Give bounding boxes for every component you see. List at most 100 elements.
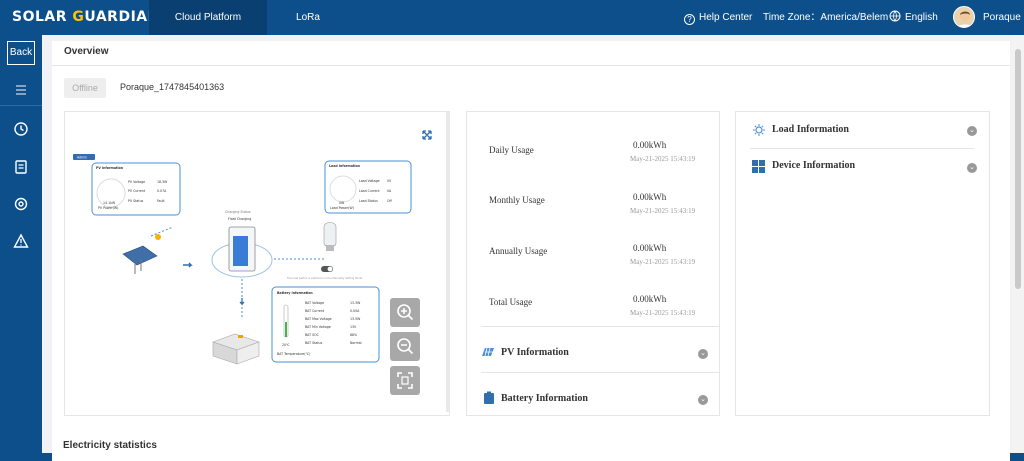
page-scrollbar[interactable] (1012, 35, 1024, 453)
help-icon: ? (684, 14, 695, 25)
scrollbar-thumb[interactable] (1015, 49, 1021, 289)
thermometer-level (285, 322, 287, 337)
load-info-title: Load Information (329, 164, 361, 168)
usage-value: 0.00kWh (633, 192, 667, 202)
device-info-accordion[interactable]: Device Information ⌄ (736, 156, 989, 178)
warning-icon[interactable] (13, 233, 29, 249)
fit-view-icon (397, 372, 413, 389)
flow-arrow (183, 262, 193, 268)
chevron-down-icon: ⌄ (967, 126, 977, 136)
admin-badge-label: Admin (77, 156, 87, 160)
globe-icon (889, 10, 901, 22)
load-row-label: Load Voltage (359, 179, 380, 183)
pv-row-value: 18.3W (157, 180, 168, 184)
usage-value: 0.00kWh (633, 243, 667, 253)
solar-panel-icon (482, 347, 494, 357)
info-card: Load Information ⌄ Device Information ⌄ (735, 111, 990, 416)
load-info-title: Load Information (772, 124, 849, 135)
load-info-accordion[interactable]: Load Information ⌄ (736, 120, 989, 142)
battery-row-label: BAT Voltage (305, 301, 324, 305)
section-title: Electricity statistics (63, 440, 157, 451)
pv-info-title: PV Information (501, 347, 569, 358)
fit-view-button[interactable] (390, 366, 420, 395)
main-content: Overview Offline Poraque_1747845401363 A… (42, 35, 1024, 461)
battery-row-label: BAT Current (305, 309, 325, 313)
pv-row-label: PV Current (128, 189, 146, 193)
pv-row-label: PV Voltage (128, 180, 145, 184)
usage-timestamp: May-21-2025 15:43:19 (630, 155, 696, 163)
flow-arrow (239, 298, 245, 306)
timezone-display: Time Zone：America/Belem (763, 12, 889, 23)
pv-power-value: 14.1kW (103, 201, 116, 205)
overview-panel: Overview Offline Poraque_1747845401363 A… (52, 41, 1010, 461)
load-power-label: Load Power(W) (330, 206, 354, 210)
battery-row-value: 13.5W (350, 317, 361, 321)
page-title: Overview (64, 46, 109, 57)
pv-row-value: Fault (157, 199, 165, 203)
clock-icon[interactable] (13, 121, 29, 137)
pv-row-value: 0.07A (157, 189, 167, 193)
solar-panel-icon (122, 234, 161, 274)
system-diagram-card: Admin PV Information 14.1kW PV Power(W) … (64, 111, 450, 416)
usage-timestamp: May-21-2025 15:43:19 (630, 258, 696, 266)
load-row-label: Load Status (359, 199, 378, 203)
battery-row-label: BAT Max Voltage (305, 317, 332, 321)
battery-row-value: Normal (350, 341, 362, 345)
battery-row-value: 88% (350, 333, 357, 337)
battery-info-accordion[interactable]: Battery Information ⌄ (467, 388, 719, 412)
usage-label: Daily Usage (489, 145, 534, 155)
avatar[interactable] (953, 6, 975, 28)
zoom-in-button[interactable] (390, 298, 420, 327)
pv-info-accordion[interactable]: PV Information ⌄ (467, 342, 719, 366)
divider (481, 326, 719, 327)
fullscreen-icon[interactable] (422, 130, 432, 140)
brand-logo[interactable]: SOLAR GUARDIAN (12, 9, 160, 25)
device-name: Poraque_1747845401363 (120, 82, 225, 92)
load-power-value: 0W (339, 201, 345, 205)
pv-link (150, 226, 174, 237)
usage-label: Annually Usage (489, 246, 548, 256)
pv-row-label: PV Status (128, 199, 144, 203)
sidebar: Back (0, 35, 42, 453)
top-bar: SOLAR GUARDIAN Cloud Platform LoRa ? Help… (0, 0, 1024, 35)
divider (481, 372, 719, 373)
battery-row-value: 13.3W (350, 301, 361, 305)
usage-value: 0.00kWh (633, 294, 667, 304)
language-selector[interactable]: English (889, 0, 938, 35)
zoom-in-icon (397, 304, 414, 321)
battery-info-title: Battery Information (277, 291, 313, 295)
battery-row-value: 0.00A (350, 309, 360, 313)
settings-icon[interactable] (13, 196, 29, 212)
zoom-out-button[interactable] (390, 332, 420, 361)
battery-row-label: BAT Min Voltage (305, 325, 331, 329)
chevron-down-icon: ⌄ (698, 395, 708, 405)
zoom-out-icon (397, 338, 414, 355)
bulb-icon (753, 124, 765, 136)
device-info-title: Device Information (772, 160, 856, 171)
load-row-label: Load Current (359, 189, 380, 193)
document-icon[interactable] (13, 159, 29, 175)
grid-icon (752, 160, 765, 173)
diagram-scrollbar[interactable] (446, 112, 450, 412)
divider (750, 148, 974, 149)
menu-list-icon[interactable] (13, 82, 29, 98)
battery-row-label: BAT SOC (305, 333, 320, 337)
usage-timestamp: May-21-2025 15:43:19 (630, 309, 696, 317)
battery-temp-value: 20℃ (282, 343, 290, 347)
pv-info-title: PV Information (96, 166, 124, 170)
tab-cloud-platform[interactable]: Cloud Platform (149, 0, 267, 35)
user-name[interactable]: Poraque (983, 0, 1021, 35)
battery-row-value: 13V (350, 325, 357, 329)
charging-status-label: Charging Status (225, 210, 251, 214)
usage-label: Monthly Usage (489, 195, 545, 205)
charging-mode: Float Charging (228, 217, 251, 221)
tab-lora[interactable]: LoRa (270, 0, 346, 35)
usage-value: 0.00kWh (633, 140, 667, 150)
back-button[interactable]: Back (7, 41, 35, 65)
chevron-down-icon: ⌄ (698, 349, 708, 359)
bulb-icon (323, 222, 337, 251)
chevron-down-icon: ⌄ (967, 163, 977, 173)
help-center-link[interactable]: ? Help Center (684, 0, 752, 35)
load-toggle-knob (327, 266, 333, 272)
battery-row-label: BAT Status (305, 341, 323, 345)
